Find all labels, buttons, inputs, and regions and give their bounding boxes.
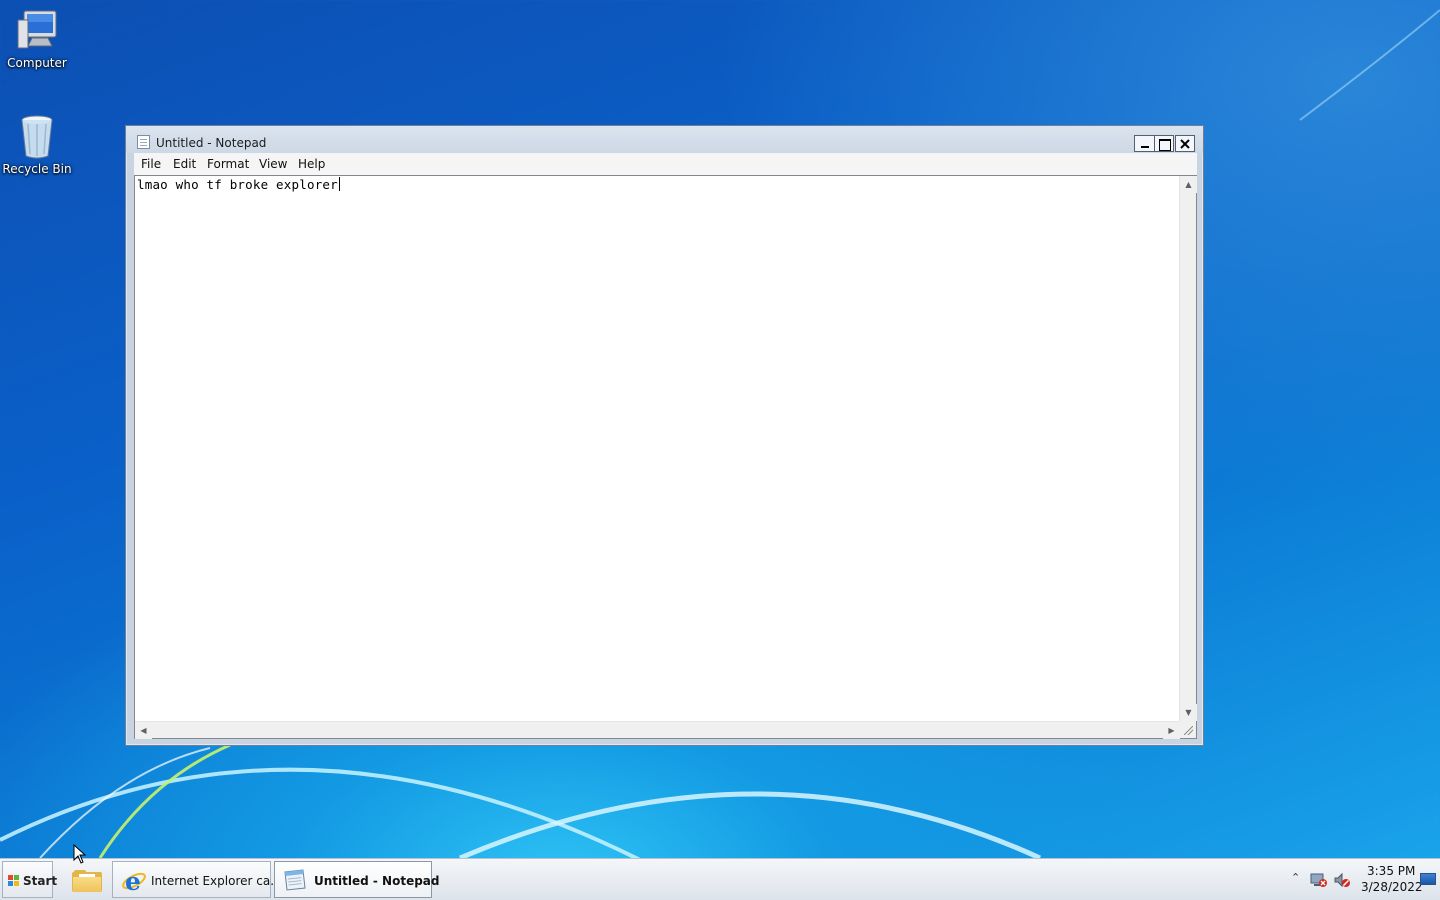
- clock-time[interactable]: 3:35 PM: [1367, 864, 1415, 878]
- scroll-left-button[interactable]: ◀: [135, 722, 152, 739]
- close-icon: [1180, 139, 1190, 149]
- title-bar[interactable]: Untitled - Notepad: [126, 126, 1203, 153]
- clock-date[interactable]: 3/28/2022: [1361, 880, 1423, 894]
- menu-edit[interactable]: Edit: [173, 157, 196, 171]
- menu-file[interactable]: File: [141, 157, 161, 171]
- scroll-down-button[interactable]: ▼: [1180, 704, 1197, 721]
- menu-help[interactable]: Help: [298, 157, 325, 171]
- show-desktop-icon[interactable]: [1420, 873, 1436, 885]
- volume-muted-icon[interactable]: [1333, 872, 1351, 888]
- internet-explorer-icon: e: [122, 867, 146, 894]
- desktop-icon-label: Recycle Bin: [2, 162, 72, 176]
- menu-view[interactable]: View: [259, 157, 287, 171]
- notepad-icon: [284, 869, 306, 891]
- notepad-icon: [137, 135, 150, 149]
- start-label: Start: [23, 874, 58, 888]
- desktop-icon-computer[interactable]: Computer: [0, 8, 74, 70]
- text-editor[interactable]: lmao who tf broke explorer ▲ ▼ ◀ ▶: [134, 175, 1197, 739]
- network-disconnected-icon[interactable]: [1310, 872, 1328, 888]
- recycle-bin-icon: [12, 114, 62, 160]
- minimize-button[interactable]: [1134, 135, 1155, 152]
- scroll-up-button[interactable]: ▲: [1180, 176, 1197, 193]
- desktop-icon-label: Computer: [7, 56, 67, 70]
- window-title: Untitled - Notepad: [156, 136, 267, 150]
- taskbar-item-label: Untitled - Notepad: [314, 874, 440, 888]
- taskbar-item-explorer[interactable]: [64, 861, 108, 898]
- windows-logo-icon: [8, 875, 20, 887]
- scroll-right-button[interactable]: ▶: [1163, 722, 1180, 739]
- maximize-button[interactable]: [1154, 135, 1174, 152]
- horizontal-scrollbar[interactable]: ◀ ▶: [135, 721, 1180, 739]
- folder-icon: [72, 870, 102, 892]
- desktop-icon-recycle-bin[interactable]: Recycle Bin: [0, 114, 74, 176]
- resize-grip[interactable]: [1179, 721, 1196, 738]
- menu-format[interactable]: Format: [207, 157, 249, 171]
- notepad-window[interactable]: Untitled - Notepad File Edit Format View…: [125, 125, 1204, 746]
- svg-text:e: e: [125, 867, 141, 894]
- menu-bar: File Edit Format View Help: [134, 153, 1197, 175]
- start-button[interactable]: Start: [2, 861, 57, 898]
- taskbar-item-internet-explorer[interactable]: e Internet Explorer ca...: [112, 861, 282, 898]
- taskbar-item-label: Internet Explorer ca...: [151, 874, 282, 888]
- close-button[interactable]: [1175, 135, 1195, 152]
- taskbar-item-notepad[interactable]: Untitled - Notepad: [274, 861, 440, 898]
- taskbar: Start e Internet Explorer ca... Untitled…: [0, 858, 1440, 900]
- system-tray: ⌃ 3:35 PM 3/28/2022: [1287, 859, 1440, 900]
- computer-icon: [12, 8, 62, 54]
- mouse-cursor-icon: [73, 844, 87, 864]
- editor-content[interactable]: lmao who tf broke explorer: [137, 177, 340, 192]
- vertical-scrollbar[interactable]: ▲ ▼: [1179, 176, 1197, 721]
- show-hidden-icons-icon[interactable]: ⌃: [1291, 871, 1300, 884]
